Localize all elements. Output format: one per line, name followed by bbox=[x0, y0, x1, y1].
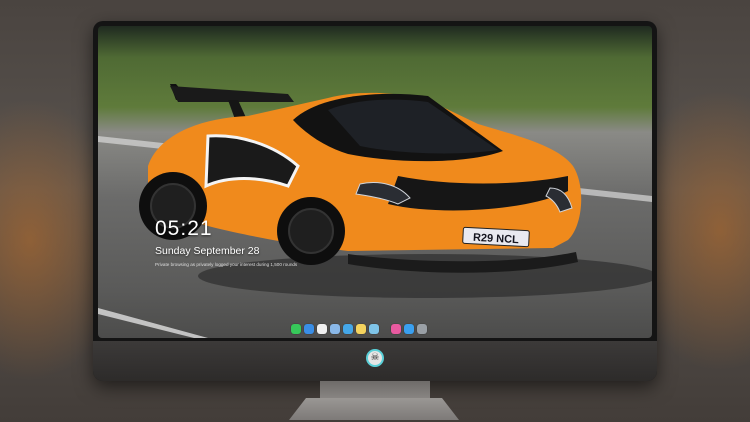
wallpaper-car: R29 NCL bbox=[98, 84, 652, 338]
notes-icon[interactable] bbox=[356, 323, 366, 334]
messages-icon[interactable] bbox=[291, 323, 301, 334]
monitor-stand-base bbox=[289, 398, 459, 420]
brand-logo-icon: ☠ bbox=[366, 349, 384, 367]
camera-icon[interactable] bbox=[417, 323, 427, 334]
music-icon[interactable] bbox=[391, 323, 401, 334]
dock bbox=[291, 322, 427, 335]
photos-icon[interactable] bbox=[330, 323, 340, 334]
store-icon[interactable] bbox=[404, 323, 414, 334]
track-line bbox=[98, 308, 208, 338]
lock-notice: Private browsing as privately logged you… bbox=[155, 262, 298, 267]
preview-icon[interactable] bbox=[369, 323, 379, 334]
lock-date: Sunday September 28 bbox=[155, 245, 260, 257]
imac-monitor: R29 NCL 05:21 Sunday September 28 Privat… bbox=[93, 21, 657, 381]
appstore-icon[interactable] bbox=[343, 323, 353, 334]
finder-icon[interactable] bbox=[304, 323, 314, 334]
desktop-screen: R29 NCL 05:21 Sunday September 28 Privat… bbox=[98, 26, 652, 338]
safari-icon[interactable] bbox=[317, 323, 327, 334]
lock-clock: 05:21 bbox=[155, 217, 213, 240]
number-plate-text: R29 NCL bbox=[473, 232, 520, 246]
